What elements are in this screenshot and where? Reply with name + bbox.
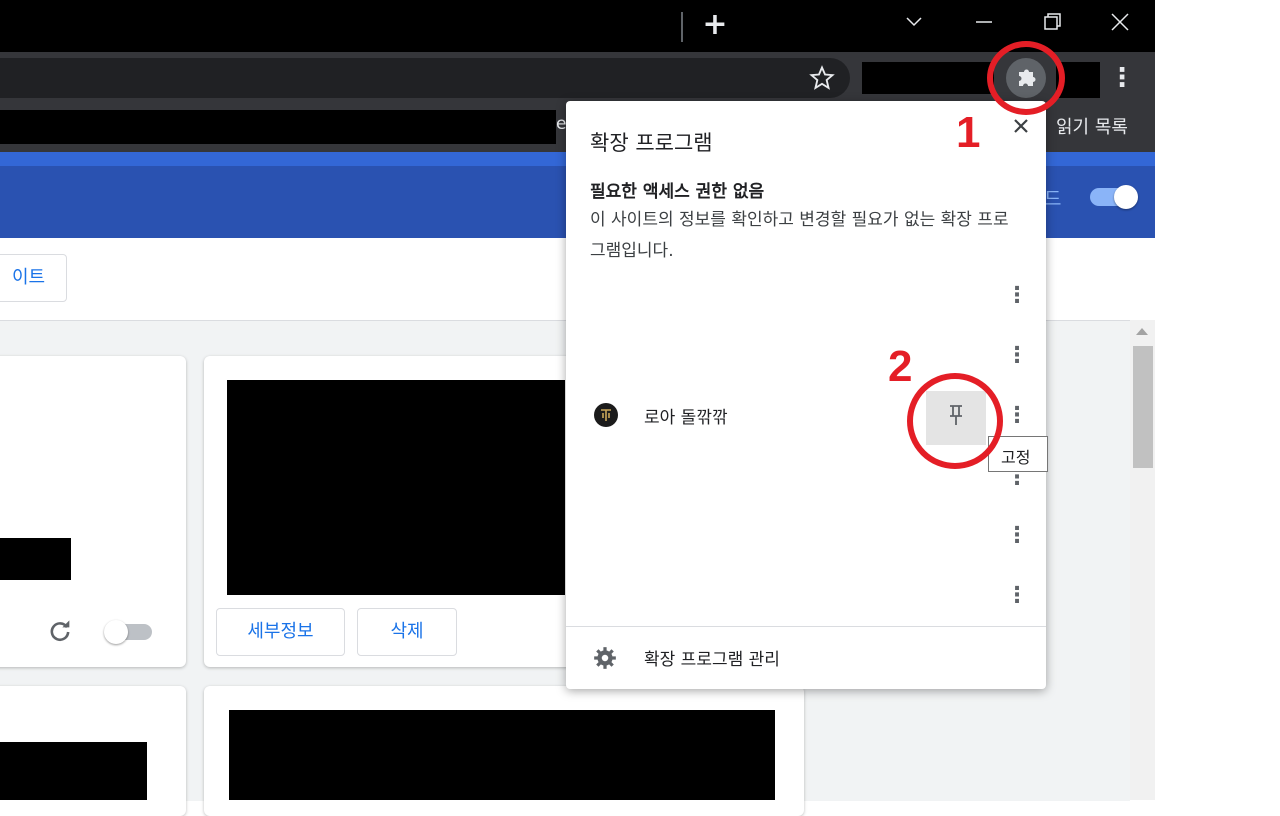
reload-icon[interactable] (46, 618, 74, 646)
extension-logo-icon (594, 403, 618, 427)
restore-button[interactable] (1036, 6, 1068, 38)
close-icon (1014, 119, 1028, 133)
minimize-button[interactable] (968, 6, 1000, 38)
redacted-extension-icons (862, 62, 994, 94)
reading-list-button[interactable]: 읽기 목록 (1056, 113, 1128, 139)
details-button[interactable]: 세부정보 (216, 608, 345, 656)
update-button[interactable]: 이트 (0, 254, 67, 302)
tab-search-icon[interactable] (898, 6, 930, 38)
tab-divider (681, 12, 683, 42)
section-heading: 필요한 액세스 권한 없음 (590, 182, 765, 202)
toggle-knob (104, 620, 128, 644)
annotation-circle-2 (907, 373, 1003, 469)
scroll-up-arrow[interactable] (1136, 328, 1148, 335)
scrollbar-thumb[interactable] (1133, 346, 1153, 468)
redacted-card-content (0, 538, 71, 580)
manage-extensions-label: 확장 프로그램 관리 (644, 650, 780, 670)
section-description: 이 사이트의 정보를 확인하고 변경할 필요가 없는 확장 프로그램입니다. (590, 210, 1009, 261)
new-tab-button[interactable]: + (700, 8, 730, 42)
extension-name: 로아 돌깎깎 (644, 408, 728, 428)
extension-more-button[interactable]: ⋮ (1006, 401, 1028, 431)
developer-mode-toggle[interactable] (1090, 185, 1138, 209)
redacted-bookmarks (0, 110, 556, 144)
toggle-knob (1114, 185, 1138, 209)
extension-enable-toggle[interactable] (104, 620, 152, 644)
scrollbar[interactable] (1130, 320, 1155, 800)
redacted-card-content (0, 742, 147, 800)
close-window-button[interactable] (1104, 6, 1136, 38)
gear-icon (592, 645, 618, 671)
extension-card (0, 356, 186, 667)
annotation-circle-1 (987, 41, 1065, 115)
desktop-background (1155, 0, 1280, 800)
extension-more-button[interactable]: ⋮ (1006, 341, 1028, 371)
extension-more-button[interactable]: ⋮ (1006, 521, 1028, 551)
extension-more-button[interactable]: ⋮ (1006, 281, 1028, 311)
developer-mode-label: 드 (1044, 188, 1062, 210)
address-bar[interactable] (0, 58, 850, 98)
chrome-menu-icon[interactable]: ⋮ (1108, 62, 1136, 94)
extension-more-button[interactable]: ⋮ (1006, 581, 1028, 611)
redacted-card-content (229, 710, 775, 800)
redacted-card-content (227, 380, 565, 595)
close-popup-button[interactable] (1008, 113, 1034, 139)
bookmark-star-icon[interactable] (808, 64, 836, 92)
remove-button[interactable]: 삭제 (357, 608, 457, 656)
bookmark-fragment[interactable]: e (556, 114, 566, 134)
popup-title: 확장 프로그램 (590, 131, 713, 155)
manage-extensions-row[interactable]: 확장 프로그램 관리 (566, 627, 1046, 687)
annotation-label-1: 1 (956, 108, 981, 157)
annotation-label-2: 2 (888, 342, 913, 391)
